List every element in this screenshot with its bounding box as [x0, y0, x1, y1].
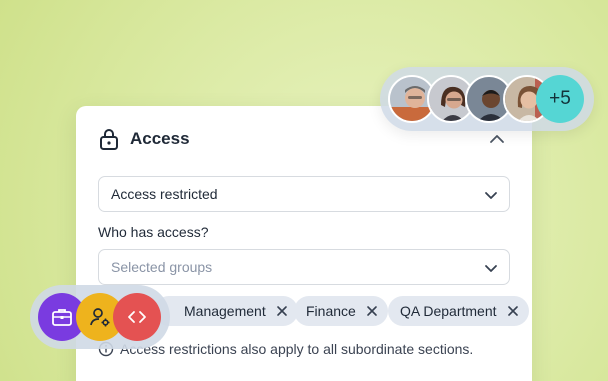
code-button[interactable]	[113, 293, 161, 341]
chip-management: Management	[154, 296, 298, 326]
canvas: Access Access restricted Who has access?…	[0, 0, 608, 381]
chip-label: Finance	[306, 303, 356, 319]
chip-finance: Finance	[294, 296, 388, 326]
close-icon[interactable]	[276, 305, 288, 317]
close-icon[interactable]	[507, 305, 519, 317]
briefcase-icon	[52, 309, 72, 326]
code-icon	[128, 311, 146, 323]
card-title: Access	[130, 129, 190, 148]
access-level-select[interactable]: Access restricted	[98, 176, 510, 212]
who-has-access-label: Who has access?	[98, 224, 209, 240]
chip-label: Management	[184, 303, 266, 319]
chip-label: QA Department	[400, 303, 497, 319]
more-avatars-badge[interactable]: +5	[536, 75, 584, 123]
chevron-down-icon	[485, 265, 497, 272]
close-icon[interactable]	[366, 305, 378, 317]
access-level-value: Access restricted	[111, 186, 218, 202]
lock-icon	[100, 129, 118, 150]
access-note-text: Access restrictions also apply to all su…	[120, 341, 474, 357]
user-settings-icon	[90, 308, 110, 327]
groups-select[interactable]: Selected groups	[98, 249, 510, 285]
chevron-down-icon	[485, 192, 497, 199]
chevron-up-icon[interactable]	[488, 130, 506, 148]
groups-placeholder: Selected groups	[111, 259, 213, 275]
chip-qa-department: QA Department	[388, 296, 529, 326]
